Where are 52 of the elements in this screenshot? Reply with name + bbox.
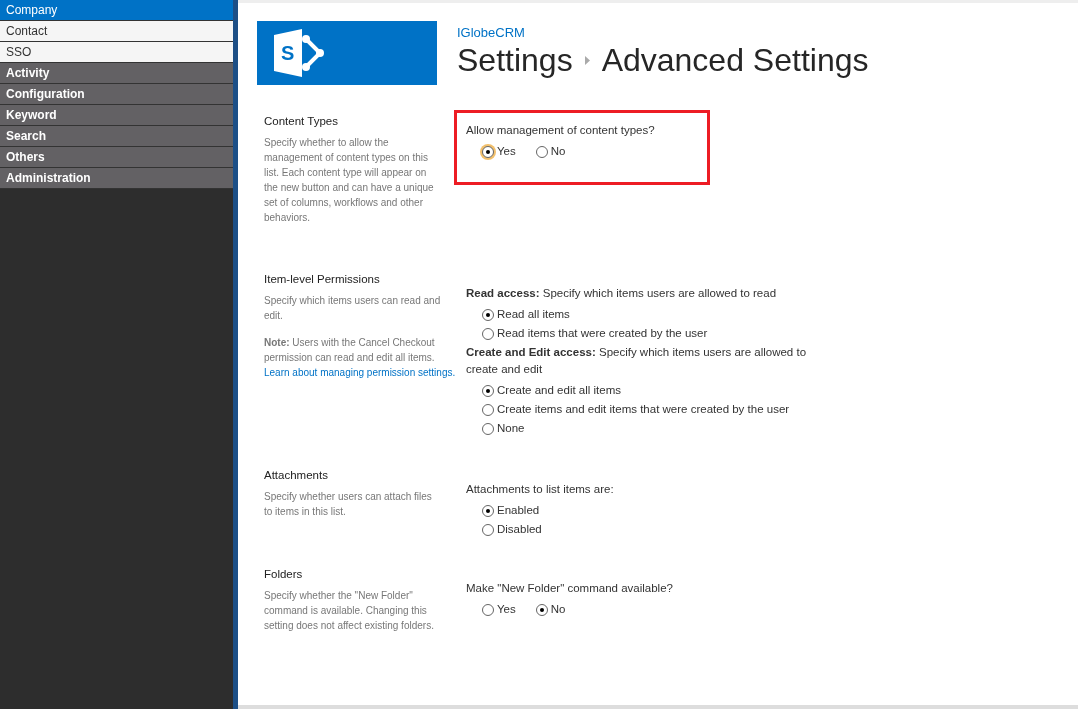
radio-button[interactable]	[482, 309, 494, 321]
sidebar-item[interactable]: Contact	[0, 21, 233, 42]
description-text: Note: Users with the Cancel Checkout permission can read and edit all items.	[264, 337, 435, 363]
question-text: Create and Edit access: Specify which items users are allowed to create and edit	[466, 345, 808, 377]
radio-button[interactable]	[482, 505, 494, 517]
radio-button[interactable]	[535, 146, 548, 158]
sidebar-item[interactable]: Configuration	[0, 84, 233, 105]
radio-button[interactable]	[482, 423, 494, 435]
section-title: Attachments	[264, 469, 329, 481]
radio-option[interactable]: Create and edit all items	[482, 382, 826, 399]
page-title: Settings	[457, 42, 573, 79]
question-text: Read access: Specify which items users are allowed to read	[466, 286, 778, 301]
radio-button[interactable]	[482, 328, 494, 340]
radio-option[interactable]: Yes	[482, 601, 516, 618]
radio-option[interactable]: Disabled	[482, 521, 826, 538]
radio-button[interactable]	[535, 604, 548, 616]
sidebar-item[interactable]: Activity	[0, 63, 233, 84]
question-text: Make "New Folder" command available?	[466, 581, 674, 596]
sidebar-item[interactable]: Others	[0, 147, 233, 168]
description-text: Specify whether to allow the management of content types on this list. Each content type will appear on the new button and can have a unique set of columns, workflows and other behaviors.	[264, 137, 434, 223]
sidebar-item[interactable]: Company	[0, 0, 233, 21]
radio-option[interactable]: Read all items	[482, 306, 826, 323]
description-text: Specify which items users can read and edit.	[264, 295, 441, 321]
question-text: Allow management of content types?	[466, 123, 656, 138]
radio-button[interactable]	[482, 524, 494, 536]
radio-button[interactable]	[482, 146, 494, 158]
radio-button[interactable]	[482, 385, 494, 397]
radio-option[interactable]: None	[482, 420, 826, 437]
site-link[interactable]: IGlobeCRM	[457, 25, 869, 40]
description-text: Specify whether users can attach files to items in this list.	[264, 491, 432, 517]
page-title: Advanced Settings	[601, 42, 869, 79]
radio-button[interactable]	[482, 404, 494, 416]
radio-option[interactable]: Read items that were created by the user	[482, 325, 826, 342]
logo-drawing	[274, 29, 324, 77]
question-text: Attachments to list items are:	[466, 482, 615, 497]
section-title: Item-level Permissions	[264, 273, 381, 285]
help-link[interactable]: Learn about managing permission settings.	[264, 367, 456, 378]
radio-option[interactable]: No	[535, 143, 566, 160]
sidebar-item[interactable]: Keyword	[0, 105, 233, 126]
logo-letter: S	[281, 42, 295, 64]
sidebar-item[interactable]: SSO	[0, 42, 233, 63]
sidebar-item[interactable]: Search	[0, 126, 233, 147]
description-text: Specify whether the "New Folder" command is available. Changing this setting does not affect existing folders.	[264, 590, 434, 631]
breadcrumb-arrow-icon	[584, 56, 590, 65]
radio-option[interactable]: Create items and edit items that were created by the user	[482, 401, 826, 418]
radio-option[interactable]: Yes	[482, 143, 516, 160]
section-title: Folders	[264, 568, 304, 580]
radio-option[interactable]: No	[535, 601, 566, 618]
radio-option[interactable]: Enabled	[482, 502, 826, 519]
section-title: Content Types	[264, 115, 339, 127]
sidebar-item[interactable]: Administration	[0, 168, 233, 189]
radio-button[interactable]	[482, 604, 494, 616]
